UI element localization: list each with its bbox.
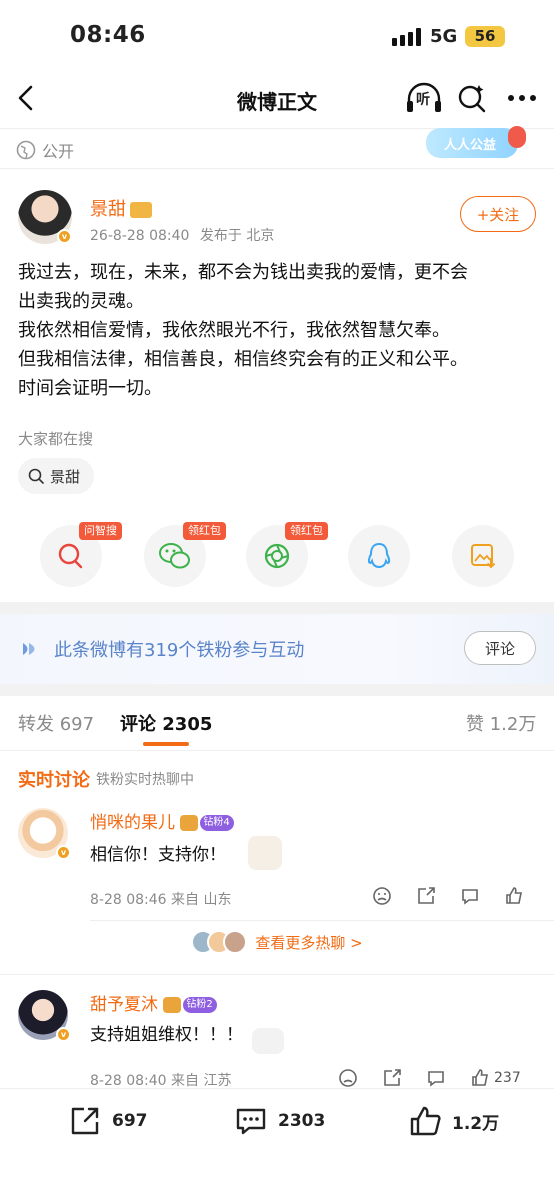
visibility-label: 公开 <box>42 142 75 161</box>
globe-icon <box>16 140 36 160</box>
share-qq[interactable] <box>348 525 410 587</box>
visibility-row: 公开 <box>16 138 74 162</box>
reply-icon[interactable] <box>460 886 480 906</box>
tab-repost[interactable]: 转发 697 <box>18 710 94 736</box>
post-body: 我过去，现在，未来，都不会为钱出卖我的爱情，更不会 出卖我的灵魂。 我依然相信爱… <box>18 258 538 403</box>
moments-icon <box>264 543 290 569</box>
bottom-like-button[interactable]: 1.2万 <box>408 1104 499 1138</box>
comment-count: 2303 <box>278 1111 326 1131</box>
post-line: 但我相信法律，相信善良，相信终究会有的正义和公平。 <box>18 349 468 370</box>
fan-wave-icon <box>23 643 35 655</box>
post-line: 我依然相信爱情，我依然眼光不行，我依然智慧欠奉。 <box>18 320 450 341</box>
battery-indicator: 56 <box>465 26 505 47</box>
repost-count: 697 <box>112 1111 148 1131</box>
reply-icon[interactable] <box>426 1068 446 1088</box>
listen-button[interactable]: 听 <box>404 80 444 116</box>
share-badge: 问智搜 <box>79 522 122 540</box>
author-name: 景甜 <box>90 199 126 220</box>
section-divider <box>0 168 554 169</box>
post-meta: 26-8-28 08:40 发布于 北京 <box>90 225 274 245</box>
like-count: 237 <box>494 1070 521 1086</box>
comment-author: 悄咪的果儿 <box>90 813 175 833</box>
search-chip-label: 景甜 <box>50 467 81 486</box>
comment-meta: 8-28 08:40 来自 江苏 <box>90 1073 232 1089</box>
realtime-title: 实时讨论 <box>18 770 90 791</box>
comment-text: 支持姐姐维权！！！ <box>90 1025 243 1045</box>
dislike-icon[interactable] <box>338 1068 358 1088</box>
network-label: 5G <box>430 26 458 47</box>
share-badge: 领红包 <box>183 522 226 540</box>
follow-button[interactable]: +关注 <box>460 196 536 232</box>
more-hot-chat[interactable]: 查看更多热聊 > <box>0 930 554 954</box>
like-icon <box>472 1069 488 1086</box>
tab-comments[interactable]: 评论 2305 <box>120 710 212 736</box>
sticker-icon <box>248 836 282 870</box>
bottom-comment-button[interactable]: 2303 <box>234 1104 325 1138</box>
comment-meta: 8-28 08:46 来自 山东 <box>90 892 232 908</box>
share-icon[interactable] <box>382 1068 402 1088</box>
verified-icon: v <box>56 1027 71 1042</box>
comment-author: 甜予夏沐 <box>90 995 158 1015</box>
active-tab-indicator <box>143 742 189 746</box>
sticker-icon <box>252 1028 284 1054</box>
wen-search-icon <box>58 543 83 569</box>
fan-comment-button[interactable]: 评论 <box>464 631 536 665</box>
signal-icon <box>392 28 421 46</box>
save-image-icon <box>471 544 496 569</box>
post-location: 发布于 北京 <box>199 228 275 244</box>
search-icon <box>458 85 486 113</box>
post-line: 时间会证明一切。 <box>18 378 162 399</box>
thumbs-up-icon <box>410 1106 441 1136</box>
tab-likes[interactable]: 赞 1.2万 <box>466 710 536 736</box>
like-count: 1.2万 <box>452 1113 500 1134</box>
comment-actions <box>372 886 524 906</box>
bottom-repost-button[interactable]: 697 <box>68 1104 148 1138</box>
charity-label: 人人公益 <box>444 137 497 153</box>
comment-icon <box>236 1108 266 1135</box>
more-hot-label: 查看更多热聊 > <box>255 933 363 952</box>
search-button[interactable] <box>456 82 488 114</box>
charity-badge[interactable]: 人人公益 <box>426 126 526 158</box>
comment-divider <box>90 920 554 921</box>
fan-interaction-text: 此条微博有319个铁粉参与互动 <box>54 640 305 661</box>
listen-label: 听 <box>416 92 430 108</box>
wechat-icon <box>159 543 190 569</box>
fan-medal-icon <box>180 815 199 831</box>
section-gap <box>0 684 554 696</box>
verified-icon: v <box>56 845 71 860</box>
fan-level-badge: 钻粉2 <box>183 997 217 1013</box>
comment-text: 相信你！支持你！ <box>90 845 226 865</box>
comment-actions: 237 <box>338 1068 521 1088</box>
fan-medal-icon <box>163 997 182 1013</box>
status-time: 08:46 <box>70 22 146 48</box>
search-icon <box>28 468 44 484</box>
qq-icon <box>367 542 391 569</box>
like-icon[interactable] <box>504 886 524 906</box>
comment-author-row[interactable]: 悄咪的果儿 钻粉4 <box>90 808 234 833</box>
avatar <box>223 930 248 954</box>
comment-divider <box>0 974 554 975</box>
post-line: 我过去，现在，未来，都不会为钱出卖我的爱情，更不会 <box>18 262 468 283</box>
realtime-subtitle: 铁粉实时热聊中 <box>96 772 194 788</box>
repost-icon <box>71 1107 99 1135</box>
like-count-group[interactable]: 237 <box>470 1068 521 1088</box>
post-line: 出卖我的灵魂。 <box>18 291 144 312</box>
share-save-image[interactable] <box>452 525 514 587</box>
dislike-icon[interactable] <box>372 886 392 906</box>
verified-icon: v <box>57 229 72 244</box>
more-options-icon[interactable] <box>504 84 540 112</box>
trending-search-label: 大家都在搜 <box>18 430 94 448</box>
comment-author-row[interactable]: 甜予夏沐 钻粉2 <box>90 990 217 1015</box>
section-gap <box>0 602 554 614</box>
share-icon[interactable] <box>416 886 436 906</box>
tab-divider <box>0 750 554 751</box>
fan-level-badge: 钻粉4 <box>200 815 234 831</box>
trending-search-chip[interactable]: 景甜 <box>18 458 95 494</box>
share-badge: 领红包 <box>285 522 328 540</box>
avatar-stack <box>191 930 248 954</box>
post-time: 26-8-28 08:40 <box>90 228 190 244</box>
author-name-row[interactable]: 景甜 <box>90 195 152 221</box>
crown-icon <box>130 202 152 218</box>
mascot-icon <box>508 126 526 148</box>
